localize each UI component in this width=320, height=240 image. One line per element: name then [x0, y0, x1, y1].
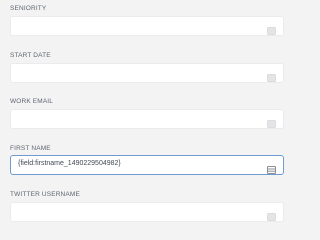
work-email-label: WORK EMAIL — [10, 98, 54, 105]
seniority-input[interactable] — [10, 16, 284, 36]
list-card-icon[interactable] — [267, 161, 276, 174]
list-card-icon[interactable] — [267, 22, 276, 35]
list-card-icon[interactable] — [267, 69, 276, 82]
first-name-value: {field:firstname_1490229504982} — [18, 160, 121, 167]
work-email-input[interactable] — [10, 109, 284, 129]
list-card-icon[interactable] — [267, 208, 276, 221]
twitter-username-label: TWITTER USERNAME — [10, 191, 80, 198]
contact-field-form: SENIORITY START DATE WORK EMAIL FIRST NA… — [0, 0, 300, 231]
seniority-label: SENIORITY — [10, 5, 47, 12]
list-card-icon[interactable] — [267, 115, 276, 128]
start-date-input[interactable] — [10, 63, 284, 83]
twitter-username-input[interactable] — [10, 202, 284, 222]
start-date-label: START DATE — [10, 52, 51, 59]
first-name-label: FIRST NAME — [10, 145, 51, 152]
first-name-input[interactable]: {field:firstname_1490229504982} — [10, 155, 284, 175]
